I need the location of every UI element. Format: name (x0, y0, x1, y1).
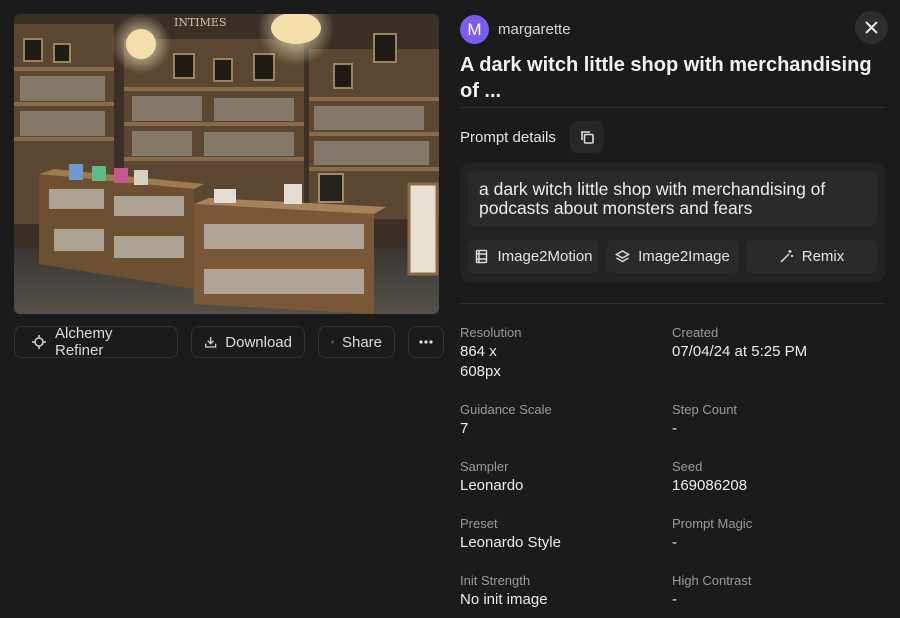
share-label: Share (341, 333, 382, 351)
meta-label: Init Strength (460, 573, 531, 588)
meta-label: Seed (672, 459, 703, 474)
image-title: A dark witch little shop with merchandis… (460, 54, 872, 102)
film-icon (476, 249, 488, 264)
user-header: M margarette (460, 15, 571, 44)
meta-step-count: Step Count - (672, 402, 872, 439)
image2motion-button[interactable]: Image2Motion (468, 240, 599, 273)
meta-label: Sampler (460, 459, 509, 474)
share-button[interactable]: Share (318, 326, 395, 358)
alchemy-refiner-button[interactable]: Alchemy Refiner (14, 325, 178, 359)
remix-button[interactable]: Remix (746, 240, 877, 273)
meta-init-strength: Init Strength No init image (460, 573, 660, 610)
meta-prompt-magic: Prompt Magic - (672, 516, 872, 553)
generated-image[interactable]: INTIMES (14, 14, 439, 314)
meta-label: Resolution (460, 325, 522, 340)
meta-resolution: Resolution 864 x 608px (460, 325, 522, 382)
image2image-button[interactable]: Image2Image (607, 240, 738, 273)
meta-value: 7 (460, 420, 469, 437)
image-actions: Alchemy Refiner Download Share (14, 325, 444, 359)
image2motion-label: Image2Motion (497, 248, 593, 265)
avatar[interactable]: M (460, 15, 489, 44)
meta-value: - (672, 420, 677, 437)
meta-value: Leonardo (460, 477, 524, 494)
layers-icon (615, 250, 631, 263)
copy-prompt-button[interactable] (570, 121, 604, 153)
meta-value: - (672, 534, 677, 551)
download-button[interactable]: Download (191, 326, 305, 358)
shop-illustration: INTIMES (14, 14, 439, 314)
share-icon (331, 340, 334, 344)
meta-value: No init image (460, 591, 548, 608)
ellipsis-icon (419, 340, 433, 344)
meta-preset: Preset Leonardo Style (460, 516, 660, 553)
prompt-details-label: Prompt details (460, 129, 556, 146)
remix-label: Remix (801, 248, 845, 265)
meta-label: Prompt Magic (672, 516, 753, 531)
meta-seed: Seed 169086208 (672, 459, 872, 496)
meta-label: Created (672, 325, 719, 340)
prompt-text: a dark witch little shop with merchandis… (468, 171, 877, 227)
meta-value: 864 x 608px (460, 343, 501, 380)
meta-value: - (672, 591, 677, 608)
username[interactable]: margarette (498, 21, 571, 38)
download-icon (204, 337, 217, 348)
meta-sampler: Sampler Leonardo (460, 459, 660, 496)
sparkle-crosshair-icon (32, 335, 46, 349)
prompt-box: a dark witch little shop with merchandis… (460, 163, 885, 282)
meta-value: 169086208 (672, 477, 748, 494)
close-button[interactable] (855, 11, 888, 44)
meta-value: Leonardo Style (460, 534, 561, 551)
meta-value: 07/04/24 at 5:25 PM (672, 343, 808, 360)
magic-wand-icon (780, 250, 793, 263)
divider (460, 303, 885, 304)
prompt-actions: Image2Motion Image2Image Remix (468, 240, 877, 273)
close-icon (865, 21, 878, 34)
download-label: Download (225, 333, 292, 351)
meta-label: Step Count (672, 402, 738, 417)
more-options-button[interactable] (408, 326, 444, 358)
meta-label: Guidance Scale (460, 402, 552, 417)
copy-icon (580, 130, 594, 144)
meta-label: High Contrast (672, 573, 752, 588)
meta-created: Created 07/04/24 at 5:25 PM (672, 325, 872, 362)
alchemy-refiner-label: Alchemy Refiner (55, 325, 113, 359)
image2image-label: Image2Image (638, 248, 730, 265)
meta-guidance-scale: Guidance Scale 7 (460, 402, 660, 439)
divider (460, 107, 885, 108)
shop-sign: INTIMES (174, 16, 226, 29)
meta-label: Preset (460, 516, 498, 531)
meta-high-contrast: High Contrast - (672, 573, 872, 610)
